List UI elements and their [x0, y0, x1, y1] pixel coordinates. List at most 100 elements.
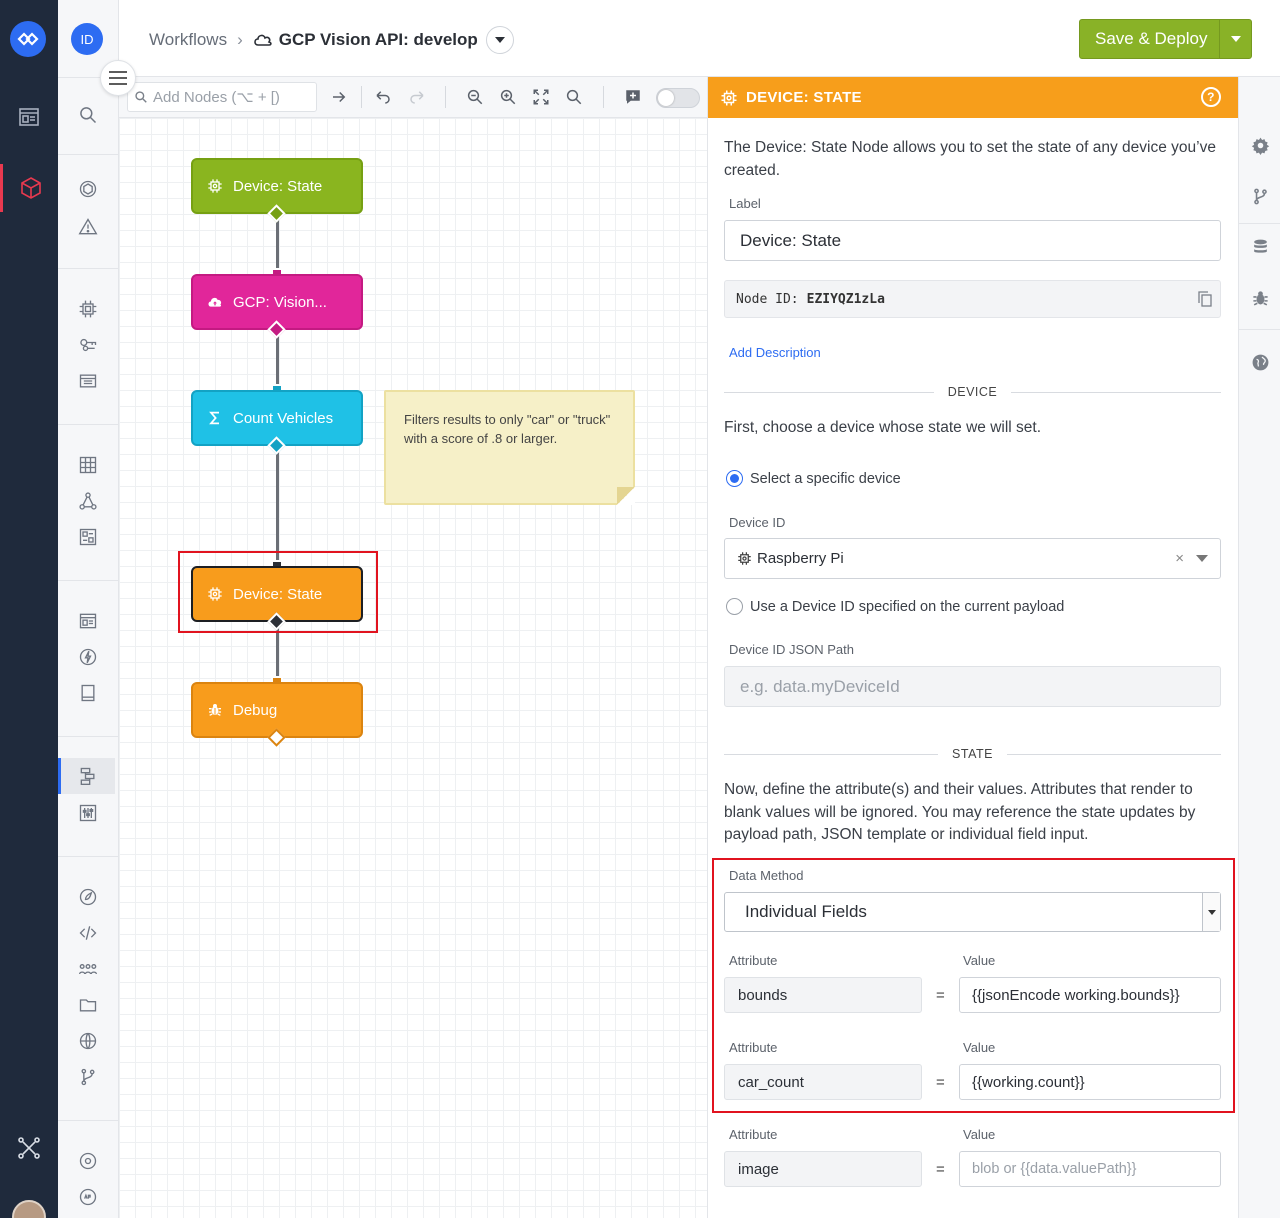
api-icon[interactable]	[72, 1181, 104, 1213]
attribute-value-input[interactable]: {{working.count}}	[959, 1064, 1221, 1100]
zoom-out-icon[interactable]	[463, 85, 487, 109]
globe-icon[interactable]	[1248, 350, 1272, 374]
attribute-value-input[interactable]: {{jsonEncode working.bounds}}	[959, 977, 1221, 1013]
zoom-reset-icon[interactable]	[562, 85, 586, 109]
radio-select-specific-device[interactable]: Select a specific device	[726, 470, 901, 487]
app-settings-gear-icon[interactable]	[72, 1145, 104, 1177]
notebooks-icon[interactable]	[72, 881, 104, 913]
attribute-name-input[interactable]: image	[724, 1151, 922, 1187]
sidebar-divider	[58, 1120, 118, 1121]
caret-down-icon	[494, 37, 505, 43]
user-avatar[interactable]: ID	[71, 23, 103, 55]
redo-icon[interactable]	[405, 85, 429, 109]
select-caret-icon[interactable]	[1202, 893, 1220, 931]
fit-to-screen-icon[interactable]	[529, 85, 553, 109]
node-settings-gear-icon[interactable]	[1248, 133, 1272, 157]
attribute-caption: Attribute	[729, 1127, 778, 1142]
label-input[interactable]: Device: State	[724, 220, 1221, 261]
clear-selection-icon[interactable]: ×	[1175, 550, 1184, 567]
dashboards-icon[interactable]	[0, 93, 58, 141]
bug-icon	[209, 704, 221, 716]
settings-sliders-icon[interactable]	[72, 797, 104, 829]
data-method-select[interactable]: Individual Fields	[724, 892, 1221, 932]
chip-gear-icon	[721, 90, 737, 105]
copy-icon[interactable]	[1198, 291, 1212, 307]
files-book-icon[interactable]	[72, 677, 104, 709]
arrow-right-icon[interactable]	[327, 85, 351, 109]
node-label: Device: State	[233, 585, 323, 603]
data-tables-icon[interactable]	[72, 365, 104, 397]
workflow-versions-branch-icon[interactable]	[1248, 184, 1272, 208]
help-icon[interactable]: ?	[1201, 87, 1221, 107]
add-nodes-search[interactable]: Add Nodes (⌥ + [)	[127, 82, 317, 112]
workflow-canvas[interactable]: Device: State GCP: Vision... Count Vehic…	[119, 118, 707, 1218]
device-id-json-path-input[interactable]: e.g. data.myDeviceId	[724, 666, 1221, 707]
node-id-value: EZIYQZ1zLa	[806, 291, 885, 307]
zoom-in-icon[interactable]	[496, 85, 520, 109]
experience-icon[interactable]	[72, 485, 104, 517]
device-section-divider: DEVICE	[724, 382, 1222, 402]
device-id-select[interactable]: Raspberry Pi ×	[724, 538, 1221, 579]
value-caption: Value	[963, 1127, 996, 1142]
sidebar-divider	[58, 856, 118, 857]
network-icon[interactable]	[0, 1124, 58, 1172]
wire[interactable]	[276, 330, 279, 390]
sidebar-divider	[58, 424, 118, 425]
wire[interactable]	[276, 214, 279, 274]
device-id-caption: Device ID	[729, 515, 786, 530]
chip-gear-icon	[208, 179, 222, 193]
json-path-caption: Device ID JSON Path	[729, 642, 854, 657]
wire[interactable]	[276, 446, 279, 566]
dropdown-caret-icon[interactable]	[1196, 555, 1208, 562]
dashboard-icon[interactable]	[72, 605, 104, 637]
app-rail	[0, 0, 58, 1218]
warning-icon[interactable]	[72, 211, 104, 243]
users-group-icon[interactable]	[72, 953, 104, 985]
account-avatar[interactable]	[12, 1200, 46, 1218]
sticky-note[interactable]: Filters results to only "car" or "truck"…	[384, 390, 635, 505]
globe-www-icon[interactable]	[72, 1025, 104, 1057]
sidebar-divider	[58, 736, 118, 737]
debug-toggle-switch[interactable]	[656, 88, 700, 108]
workflow-header: Workflows › GCP Vision API: develop Save…	[119, 0, 1280, 77]
folder-icon[interactable]	[72, 989, 104, 1021]
applications-cube-icon[interactable]	[0, 164, 58, 212]
radio-label: Select a specific device	[750, 470, 901, 487]
radio-device-id-from-payload[interactable]: Use a Device ID specified on the current…	[726, 598, 1064, 615]
save-deploy-button[interactable]: Save & Deploy	[1079, 19, 1252, 59]
attribute-value-input[interactable]: blob or {{data.valuePath}}	[959, 1151, 1221, 1187]
sidebar-menu-button[interactable]	[100, 60, 136, 96]
search-icon[interactable]	[72, 99, 104, 131]
state-section-title: STATE	[952, 747, 993, 761]
breadcrumb-workflows-link[interactable]: Workflows	[149, 30, 227, 50]
device-section-title: DEVICE	[947, 385, 998, 399]
debug-bug-icon[interactable]	[1248, 286, 1272, 310]
losant-logo-icon[interactable]	[10, 21, 46, 57]
add-note-icon[interactable]	[621, 85, 645, 109]
edge-compute-icon[interactable]	[72, 521, 104, 553]
workflows-icon[interactable]	[72, 760, 104, 792]
panel-title: DEVICE: STATE	[746, 89, 862, 106]
save-options-caret-icon[interactable]	[1219, 19, 1251, 59]
table-grid-icon[interactable]	[72, 449, 104, 481]
access-keys-icon[interactable]	[72, 329, 104, 361]
storage-database-icon[interactable]	[1248, 235, 1272, 259]
code-icon[interactable]	[72, 917, 104, 949]
sidebar-divider	[58, 268, 118, 269]
application-overview-icon[interactable]	[72, 173, 104, 205]
sidebar-divider	[58, 154, 118, 155]
sidebar-divider	[58, 580, 118, 581]
radio-checked-icon	[726, 470, 743, 487]
events-bolt-icon[interactable]	[72, 641, 104, 673]
undo-icon[interactable]	[371, 85, 395, 109]
devices-chip-icon[interactable]	[72, 293, 104, 325]
device-help-text: First, choose a device whose state we wi…	[724, 419, 1042, 436]
attribute-name-input[interactable]: car_count	[724, 1064, 922, 1100]
version-branch-icon[interactable]	[72, 1061, 104, 1093]
node-config-panel: DEVICE: STATE ? The Device: State Node a…	[707, 77, 1239, 1218]
attribute-caption: Attribute	[729, 1040, 778, 1055]
attribute-name-input[interactable]: bounds	[724, 977, 922, 1013]
add-description-link[interactable]: Add Description	[729, 345, 821, 360]
workflow-version-dropdown[interactable]	[485, 26, 514, 54]
save-deploy-label: Save & Deploy	[1095, 29, 1208, 48]
